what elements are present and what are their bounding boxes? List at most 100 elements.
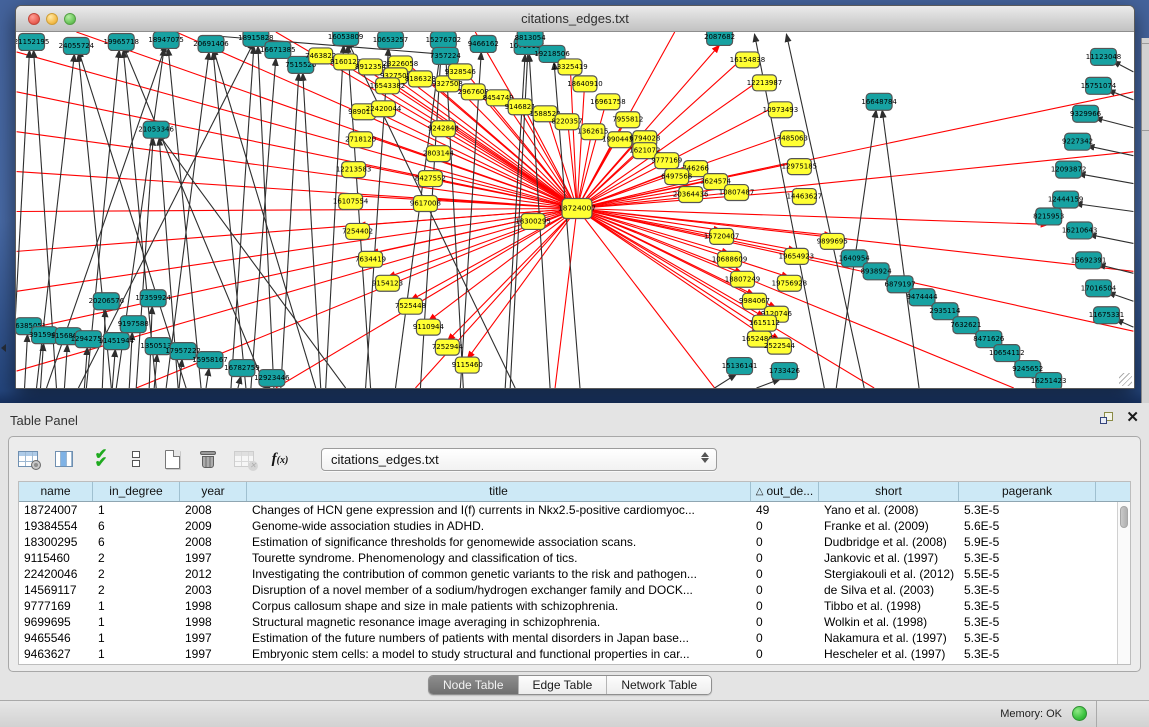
graph-node-teal[interactable]: 17016504 — [1081, 280, 1117, 297]
column-header-title[interactable]: title — [247, 482, 751, 501]
collapse-panel-arrow-icon[interactable] — [1, 344, 6, 352]
table-row[interactable]: 969969511998Structural magnetic resonanc… — [19, 614, 1130, 630]
graph-node-teal[interactable]: 10653257 — [373, 32, 408, 48]
citation-edge-black[interactable] — [715, 374, 737, 388]
table-row[interactable]: 911546021997Tourette syndrome. Phenomeno… — [19, 550, 1130, 566]
graph-node-yellow[interactable]: 9899695 — [817, 233, 848, 249]
table-row[interactable]: 1456911722003Disruption of a novel membe… — [19, 582, 1130, 598]
citation-edge-black[interactable] — [258, 46, 274, 388]
graph-node-teal[interactable]: 12093872 — [1051, 161, 1086, 178]
graph-node-teal[interactable]: 17359924 — [135, 290, 171, 307]
citation-edge-black[interactable] — [251, 58, 276, 388]
graph-node-teal[interactable]: 7632621 — [950, 317, 981, 334]
graph-node-teal[interactable]: 16648784 — [861, 93, 897, 110]
new-table-button[interactable] — [159, 446, 185, 472]
graph-node-yellow[interactable]: 2803144 — [423, 146, 455, 162]
graph-node-teal[interactable]: 16053809 — [328, 32, 363, 45]
citation-edge-black[interactable] — [1089, 234, 1134, 243]
graph-node-yellow[interactable]: 9110944 — [413, 319, 445, 335]
graph-node-teal[interactable]: 1733426 — [769, 363, 800, 380]
memory-ok-indicator-icon[interactable] — [1072, 706, 1087, 721]
graph-node-yellow[interactable]: 9617008 — [410, 196, 441, 212]
graph-node-teal[interactable]: 2087682 — [704, 32, 735, 45]
graph-node-teal[interactable]: 11451944 — [99, 333, 135, 350]
citation-edge-red[interactable] — [371, 209, 577, 254]
graph-node-teal[interactable]: 15136141 — [722, 358, 757, 375]
network-window-titlebar[interactable]: citations_edges.txt — [16, 6, 1134, 32]
graph-node-yellow[interactable]: 12975185 — [782, 159, 817, 175]
citation-edge-black[interactable] — [756, 379, 780, 388]
graph-node-teal[interactable]: 18947075 — [148, 32, 183, 48]
float-panel-icon[interactable] — [1100, 412, 1115, 426]
graph-node-teal[interactable]: 16251423 — [1031, 373, 1066, 388]
column-header-out_degree[interactable]: △out_de... — [751, 482, 819, 501]
citation-edge-black[interactable] — [1078, 174, 1134, 184]
graph-node-teal[interactable]: 12444159 — [1048, 191, 1083, 208]
delete-table-button[interactable] — [195, 446, 221, 472]
citation-edge-black[interactable] — [166, 52, 209, 388]
graph-node-yellow[interactable]: 9984067 — [739, 293, 770, 309]
graph-node-teal[interactable]: 7357224 — [430, 47, 462, 64]
column-header-year[interactable]: year — [180, 482, 247, 501]
table-row[interactable]: 1872400712008Changes of HCN gene express… — [19, 502, 1130, 518]
graph-node-yellow[interactable]: 9328546 — [445, 64, 476, 80]
graph-node-yellow[interactable]: 6497568 — [661, 169, 692, 185]
graph-node-yellow[interactable]: 7254402 — [342, 223, 373, 239]
graph-node-yellow[interactable]: 9115460 — [452, 357, 483, 373]
graph-node-yellow[interactable]: 19756928 — [772, 275, 807, 291]
citation-edge-black[interactable] — [786, 34, 864, 388]
graph-node-teal[interactable]: 12923446 — [254, 370, 289, 387]
graph-node-teal[interactable]: 21053346 — [138, 121, 173, 138]
graph-node-yellow[interactable]: 7634419 — [355, 251, 386, 267]
graph-node-yellow[interactable]: 15720407 — [704, 228, 739, 244]
window-resize-grip[interactable] — [1119, 373, 1132, 386]
citation-edge-red[interactable] — [577, 209, 1133, 332]
citation-edge-black[interactable] — [1095, 118, 1134, 128]
graph-node-teal[interactable]: 24055724 — [59, 37, 95, 54]
table-settings-button[interactable] — [15, 446, 41, 472]
table-row[interactable]: 1938455462009Genome-wide association stu… — [19, 518, 1130, 534]
citation-edge-black[interactable] — [1098, 264, 1134, 273]
table-row[interactable]: 946554611997Estimation of the future num… — [19, 630, 1130, 646]
graph-node-yellow[interactable]: 18724007 — [558, 199, 596, 219]
citation-edge-black[interactable] — [213, 48, 316, 388]
tab-network-table[interactable]: Network Table — [607, 676, 711, 694]
citation-edge-black[interactable] — [1075, 204, 1134, 212]
citation-edge-black[interactable] — [206, 368, 209, 388]
graph-node-yellow[interactable]: 9777169 — [651, 153, 682, 169]
citation-edge-black[interactable] — [326, 45, 344, 388]
graph-node-teal[interactable]: 8813054 — [515, 32, 547, 46]
graph-node-yellow[interactable]: 9154123 — [372, 275, 403, 291]
graph-node-yellow[interactable]: 8427552 — [415, 171, 446, 187]
graph-node-yellow[interactable]: 7485063 — [777, 131, 808, 147]
scrollbar-thumb[interactable] — [1120, 506, 1128, 528]
citation-edge-red[interactable] — [555, 209, 577, 388]
citation-edge-black[interactable] — [460, 52, 481, 388]
graph-node-teal[interactable]: 15692391 — [1071, 252, 1106, 269]
graph-node-teal[interactable]: 8215953 — [1033, 208, 1064, 225]
citation-edge-red[interactable] — [17, 52, 577, 209]
network-canvas[interactable]: 2115219524055724199657181894707520691406… — [16, 32, 1134, 388]
citation-edge-black[interactable] — [64, 344, 67, 388]
graph-node-teal[interactable]: 15958167 — [192, 352, 227, 369]
graph-node-yellow[interactable]: 2718120 — [345, 132, 376, 148]
graph-node-teal[interactable]: 11123048 — [1086, 48, 1121, 65]
citation-edge-red[interactable] — [17, 132, 577, 209]
citation-edge-black[interactable] — [882, 110, 919, 388]
citation-edge-black[interactable] — [112, 349, 115, 388]
table-row[interactable]: 946362711997Embryonic stem cells: a mode… — [19, 646, 1130, 662]
graph-node-teal[interactable]: 19965718 — [104, 33, 139, 50]
graph-node-yellow[interactable]: 1615112 — [749, 315, 780, 331]
graph-node-teal[interactable]: 10654112 — [989, 345, 1024, 362]
graph-node-teal[interactable]: 11675331 — [1089, 307, 1124, 324]
row-height-button[interactable] — [123, 446, 149, 472]
column-header-short[interactable]: short — [819, 482, 959, 501]
citation-edge-black[interactable] — [231, 46, 254, 388]
citation-edge-black[interactable] — [366, 48, 389, 388]
graph-node-teal[interactable]: 9227342 — [1062, 133, 1093, 150]
graph-node-yellow[interactable]: 9242848 — [428, 121, 459, 137]
graph-node-teal[interactable]: 20206576 — [89, 293, 124, 310]
graph-node-yellow[interactable]: 18640910 — [567, 76, 602, 92]
citation-edge-black[interactable] — [348, 45, 371, 388]
close-panel-icon[interactable]: ✕ — [1126, 410, 1139, 426]
